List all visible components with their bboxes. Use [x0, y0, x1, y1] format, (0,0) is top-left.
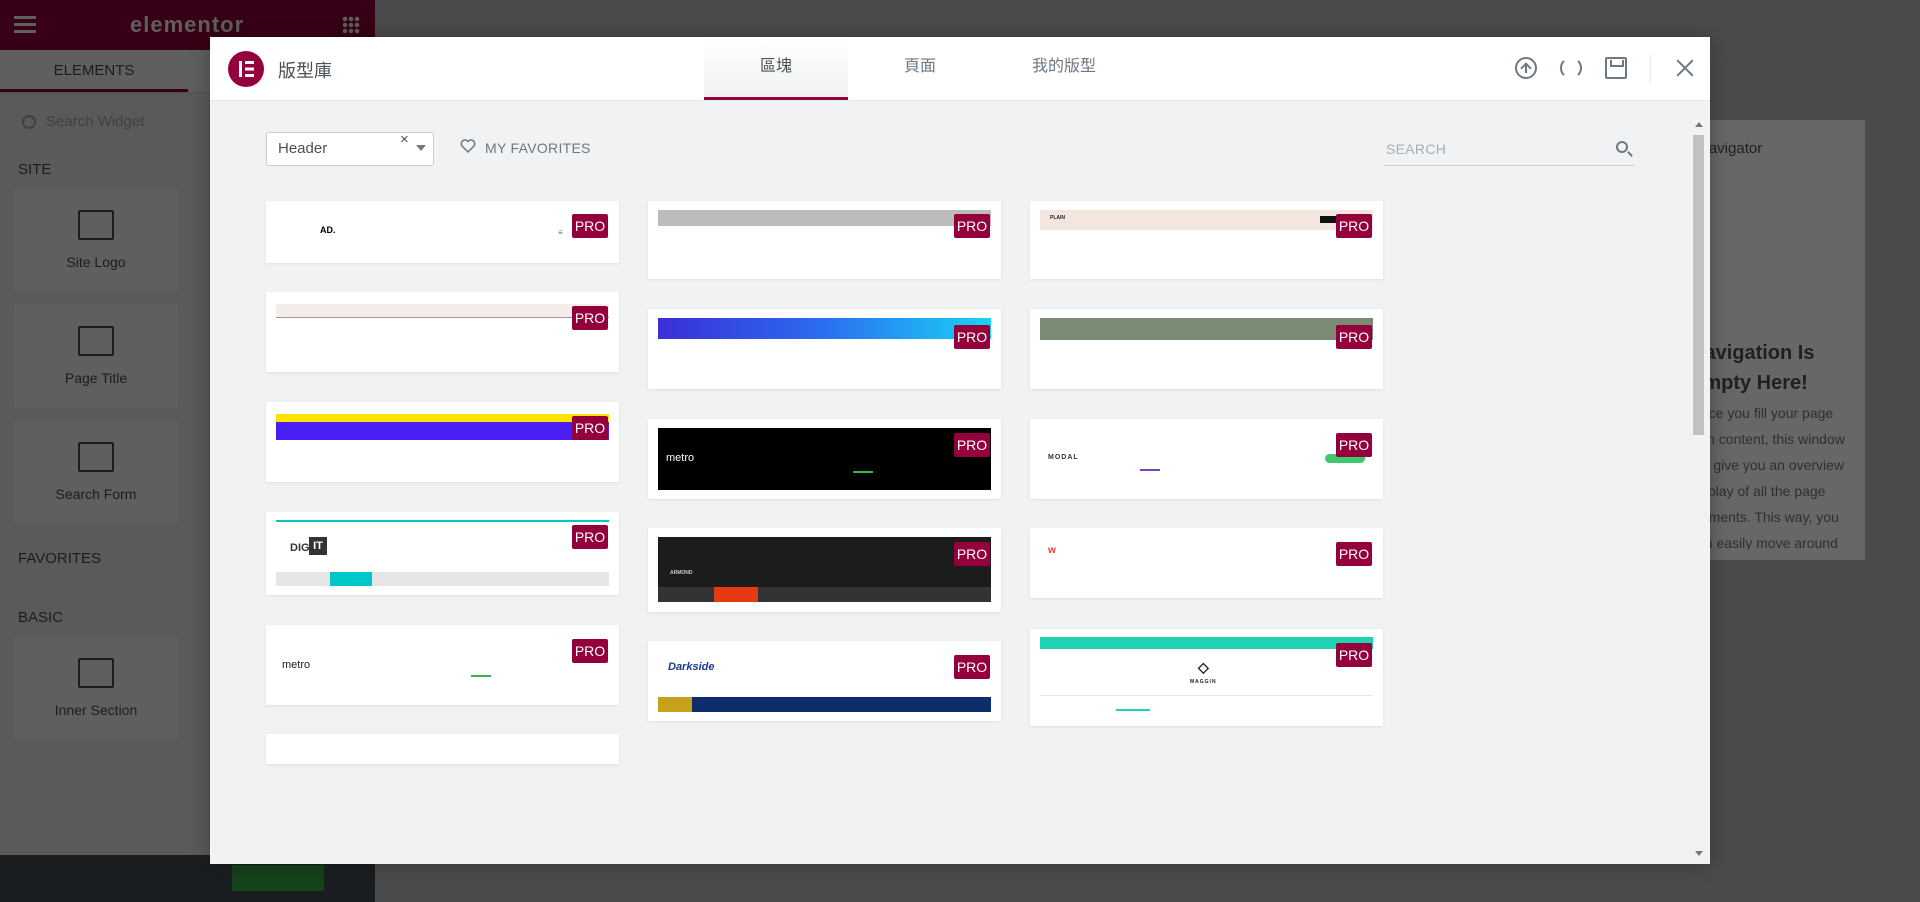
- pro-badge: PRO: [572, 639, 608, 663]
- thumb-underline: [1116, 709, 1150, 711]
- thumb-text: ARMOND: [670, 570, 693, 576]
- thumb-text: Darkside: [668, 661, 715, 673]
- tab-pages[interactable]: 頁面: [848, 37, 992, 100]
- thumb-bar: [1040, 637, 1373, 649]
- thumb-text: metro: [666, 452, 695, 464]
- thumb-dark-header: [658, 428, 991, 490]
- template-card[interactable]: ◇ MAGGIN PRO: [1030, 629, 1383, 726]
- template-card[interactable]: [266, 734, 619, 764]
- save-icon[interactable]: [1605, 57, 1627, 79]
- thumb-nav-active: [658, 697, 692, 712]
- thumb-dark-header: [658, 537, 991, 587]
- thumb-bar: [1040, 318, 1373, 340]
- sync-icon[interactable]: [1560, 57, 1582, 79]
- upload-icon[interactable]: [1515, 57, 1537, 79]
- pro-badge: PRO: [954, 655, 990, 679]
- thumb-bar: [276, 422, 609, 440]
- elementor-icon: [228, 51, 264, 87]
- thumb-bar: [658, 210, 991, 226]
- thumb-nav: [276, 572, 609, 586]
- close-icon[interactable]: [1670, 53, 1700, 83]
- pro-badge: PRO: [954, 214, 990, 238]
- thumb-text: PLAIN: [1050, 215, 1065, 221]
- my-favorites-link[interactable]: MY FAVORITES: [485, 140, 591, 156]
- thumb-bar: [658, 318, 991, 339]
- pro-badge: PRO: [1336, 433, 1372, 457]
- pro-badge: PRO: [1336, 325, 1372, 349]
- pro-badge: PRO: [954, 325, 990, 349]
- pro-badge: PRO: [954, 433, 990, 457]
- template-card[interactable]: w PRO: [1030, 528, 1383, 598]
- header-divider: [1650, 55, 1651, 83]
- template-card[interactable]: ARMOND PRO: [648, 528, 1001, 612]
- thumb-text: MODAL: [1048, 454, 1079, 461]
- template-card[interactable]: metro PRO: [266, 625, 619, 705]
- pro-badge: PRO: [1336, 214, 1372, 238]
- pro-badge: PRO: [954, 542, 990, 566]
- thumb-text: DIG: [290, 542, 310, 554]
- heart-icon[interactable]: [460, 138, 476, 154]
- search-icon[interactable]: [1616, 141, 1628, 153]
- pro-badge: PRO: [1336, 643, 1372, 667]
- template-card[interactable]: AD. ≡ PRO: [266, 201, 619, 263]
- thumb-text: MAGGIN: [1190, 679, 1217, 685]
- tab-blocks[interactable]: 區塊: [704, 37, 848, 100]
- thumb-text: IT: [309, 537, 327, 555]
- thumb-text: AD.: [320, 225, 336, 235]
- template-card[interactable]: PRO: [648, 309, 1001, 389]
- thumb-underline: [853, 471, 873, 473]
- template-library-modal: 版型庫 區塊 頁面 我的版型 Header × MY FAVORITES AD.…: [210, 37, 1710, 864]
- library-search: [1384, 133, 1634, 166]
- pro-badge: PRO: [572, 416, 608, 440]
- thumb-nav: [658, 697, 991, 712]
- thumb-line: [276, 520, 609, 522]
- thumb-underline: [1140, 469, 1160, 471]
- template-card[interactable]: DIG IT PRO: [266, 512, 619, 595]
- scroll-down-icon[interactable]: [1695, 851, 1703, 856]
- modal-title: 版型庫: [278, 61, 332, 81]
- thumb-underline: [471, 675, 491, 677]
- thumb-line: [1040, 695, 1373, 696]
- clear-filter-icon[interactable]: ×: [400, 131, 409, 148]
- template-card[interactable]: PRO: [1030, 309, 1383, 389]
- library-tabs: 區塊 頁面 我的版型: [704, 37, 1136, 100]
- modal-header: 版型庫 區塊 頁面 我的版型: [210, 37, 1710, 101]
- thumb-bar: [276, 414, 609, 422]
- thumb-nav: [658, 587, 991, 602]
- pro-badge: PRO: [572, 525, 608, 549]
- chevron-down-icon[interactable]: [416, 145, 426, 151]
- thumb-bar: [276, 304, 609, 318]
- scroll-up-icon[interactable]: [1695, 122, 1703, 127]
- pro-badge: PRO: [1336, 542, 1372, 566]
- filter-value: Header: [278, 140, 328, 157]
- template-card[interactable]: PLAIN PRO: [1030, 201, 1383, 279]
- template-card[interactable]: PRO: [266, 292, 619, 372]
- template-card[interactable]: Darkside PRO: [648, 641, 1001, 721]
- pro-badge: PRO: [572, 214, 608, 238]
- scrollbar-thumb[interactable]: [1693, 135, 1704, 435]
- tab-my-templates[interactable]: 我的版型: [992, 37, 1136, 100]
- pro-badge: PRO: [572, 306, 608, 330]
- thumb-nav-active: [330, 572, 372, 586]
- template-card[interactable]: PRO: [648, 201, 1001, 279]
- thumb-text: metro: [282, 659, 311, 671]
- category-filter-select[interactable]: Header: [266, 132, 434, 166]
- library-search-input[interactable]: [1384, 133, 1608, 165]
- thumb-nav-active: [714, 587, 758, 602]
- template-card[interactable]: MODAL PRO: [1030, 419, 1383, 499]
- template-card[interactable]: metro PRO: [648, 419, 1001, 499]
- template-card[interactable]: PRO: [266, 402, 619, 482]
